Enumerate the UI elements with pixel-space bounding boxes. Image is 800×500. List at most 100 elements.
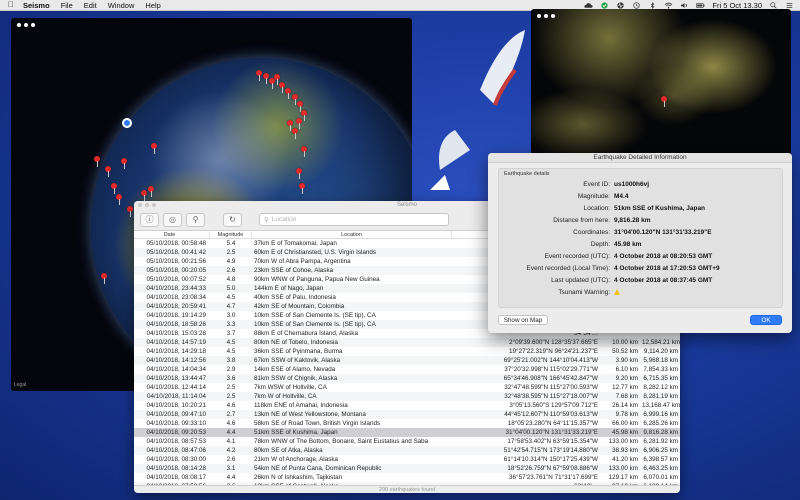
row-location: 37km E of Tomakomai, Japan [254,240,337,247]
table-row[interactable]: 04/10/2018, 10:20:21 4.6 118km ENE of Amah… [134,401,680,410]
row-distance: 8,282.12 km [643,384,678,391]
column-magnitude[interactable]: Magnitude [210,231,252,238]
notification-center-icon[interactable] [785,2,794,9]
earthquake-pin[interactable] [296,118,302,129]
bluetooth-icon[interactable] [648,2,657,9]
table-row[interactable]: 04/10/2018, 08:14:28 3.1 54km NE of Punta … [134,464,680,473]
menu-app-name[interactable]: Seismo [23,1,50,10]
menu-window[interactable]: Window [108,1,135,10]
table-row[interactable]: 04/10/2018, 09:47:10 2.7 13km NE of West Y… [134,410,680,419]
earthquake-pin[interactable] [661,96,667,107]
row-depth: 10.00 km [612,339,638,346]
cloud-icon[interactable] [584,2,593,9]
earthquake-pin[interactable] [121,158,127,169]
status-check-icon[interactable] [600,2,609,9]
earthquake-pin[interactable] [301,146,307,157]
row-distance: 6,999.16 km [643,411,678,418]
earthquake-pin[interactable] [279,82,285,93]
show-on-map-button[interactable]: Show on Map [498,315,548,325]
detail-field: Depth: 45.98 km [499,240,784,250]
earthquake-pin[interactable] [297,101,303,112]
close-button[interactable] [138,203,142,207]
earthquake-pin[interactable] [263,73,269,84]
ok-button[interactable]: OK [750,315,782,325]
table-row[interactable]: 04/10/2018, 11:14:04 2.5 7km W of Holtvill… [134,392,680,401]
menu-edit[interactable]: Edit [84,1,97,10]
globe-icon: ◎ [169,215,176,224]
location-search[interactable]: ⚲ [259,213,449,226]
row-magnitude: 4.6 [226,420,236,427]
menu-help[interactable]: Help [145,1,160,10]
info-button[interactable]: ⓘ [140,212,159,227]
location-search-input[interactable] [271,216,432,223]
zoom-button[interactable] [31,23,35,27]
earthquake-pin[interactable] [285,88,291,99]
earthquake-pin[interactable] [299,183,305,194]
earthquake-pin[interactable] [301,110,307,121]
earthquake-pin[interactable] [256,70,262,81]
row-date: 04/10/2018, 12:44:14 [146,384,206,391]
row-coordinates: 18°52'26.759"N 67°59'08.886"W [507,465,598,472]
table-row[interactable]: 04/10/2018, 12:44:14 2.5 7km WSW of Holtvi… [134,383,680,392]
location-button[interactable]: ⚲ [186,212,205,227]
row-depth: 41.20 km [612,456,638,463]
earthquake-details-box: Earthquake details Event ID: us1000h6vj Ma… [498,168,783,308]
row-magnitude: 2.5 [226,249,236,256]
earthquake-pin[interactable] [116,194,122,205]
globe-button[interactable]: ◎ [163,212,182,227]
close-button[interactable] [537,14,541,18]
zoom-button[interactable] [152,203,156,207]
earthquake-pin[interactable] [105,166,111,177]
table-row[interactable]: 04/10/2018, 09:33:10 4.6 58km SE of Road T… [134,419,680,428]
earthquake-pin[interactable] [292,128,298,139]
row-magnitude: 4.8 [226,276,236,283]
row-location: 58km SE of Road Town, British Virgin Isl… [254,420,381,427]
table-row[interactable]: 04/10/2018, 08:47:06 4.2 80km SE of Atka, … [134,446,680,455]
row-magnitude: 3.3 [226,321,236,328]
table-row[interactable]: 04/10/2018, 13:44:47 3.6 81km SSW of Chign… [134,374,680,383]
table-row[interactable]: 04/10/2018, 14:57:19 4.5 80km NE of Tobelo… [134,338,680,347]
spotlight-search-icon[interactable] [769,2,778,9]
row-date: 04/10/2018, 08:47:06 [146,447,206,454]
table-row[interactable]: 04/10/2018, 08:57:53 4.1 78km WNW of The B… [134,437,680,446]
map-legal-link[interactable]: Legal [14,382,26,388]
table-row[interactable]: 04/10/2018, 08:30:00 2.6 21km W of Anchora… [134,455,680,464]
earthquake-pin[interactable] [111,183,117,194]
earthquake-pin[interactable] [292,94,298,105]
row-date: 04/10/2018, 11:14:04 [146,393,206,400]
earthquake-pin[interactable] [148,186,154,197]
minimize-button[interactable] [544,14,548,18]
wifi-icon[interactable] [664,2,673,9]
apple-menu-icon[interactable]:  [8,1,16,9]
table-row[interactable]: 04/10/2018, 14:04:34 2.9 14km ESE of Alamo… [134,365,680,374]
column-location[interactable]: Location [252,231,452,238]
row-location: 80km SE of Atka, Alaska [254,447,323,454]
refresh-button[interactable]: ↻ [223,212,242,227]
earthquake-pin[interactable] [296,168,302,179]
detail-field: Tsunami Warning: [499,288,784,298]
row-location: 88km E of Chernabura Island, Alaska [254,330,358,337]
battery-icon[interactable] [696,2,705,9]
table-row[interactable]: 04/10/2018, 08:08:17 4.4 26km N of Ishkash… [134,473,680,482]
seismo-menubar-icon[interactable] [616,2,625,9]
minimize-button[interactable] [145,203,149,207]
earthquake-pin[interactable] [127,206,133,217]
zoom-button[interactable] [551,14,555,18]
menu-file[interactable]: File [61,1,73,10]
detail-field: Location: 51km SSE of Kushima, Japan [499,204,784,214]
earthquake-pin[interactable] [287,120,293,131]
table-row[interactable]: 04/10/2018, 14:12:56 3.8 67km SSW of Kakto… [134,356,680,365]
earthquake-pin[interactable] [274,74,280,85]
earthquake-pin[interactable] [151,143,157,154]
table-row[interactable]: 04/10/2018, 14:29:18 4.5 36km SSE of Pyinm… [134,347,680,356]
table-row[interactable]: 04/10/2018, 09:20:53 4.4 51km SSE of Kushi… [134,428,680,437]
earthquake-pin[interactable] [141,190,147,201]
volume-icon[interactable] [680,2,689,9]
earthquake-pin[interactable] [101,273,107,284]
row-coordinates: 36°57'23.761"N 71°31'17.699"E [509,474,598,481]
column-date[interactable]: Date [134,231,210,238]
time-machine-icon[interactable] [632,2,641,9]
minimize-button[interactable] [24,23,28,27]
close-button[interactable] [17,23,21,27]
earthquake-pin[interactable] [94,156,100,167]
